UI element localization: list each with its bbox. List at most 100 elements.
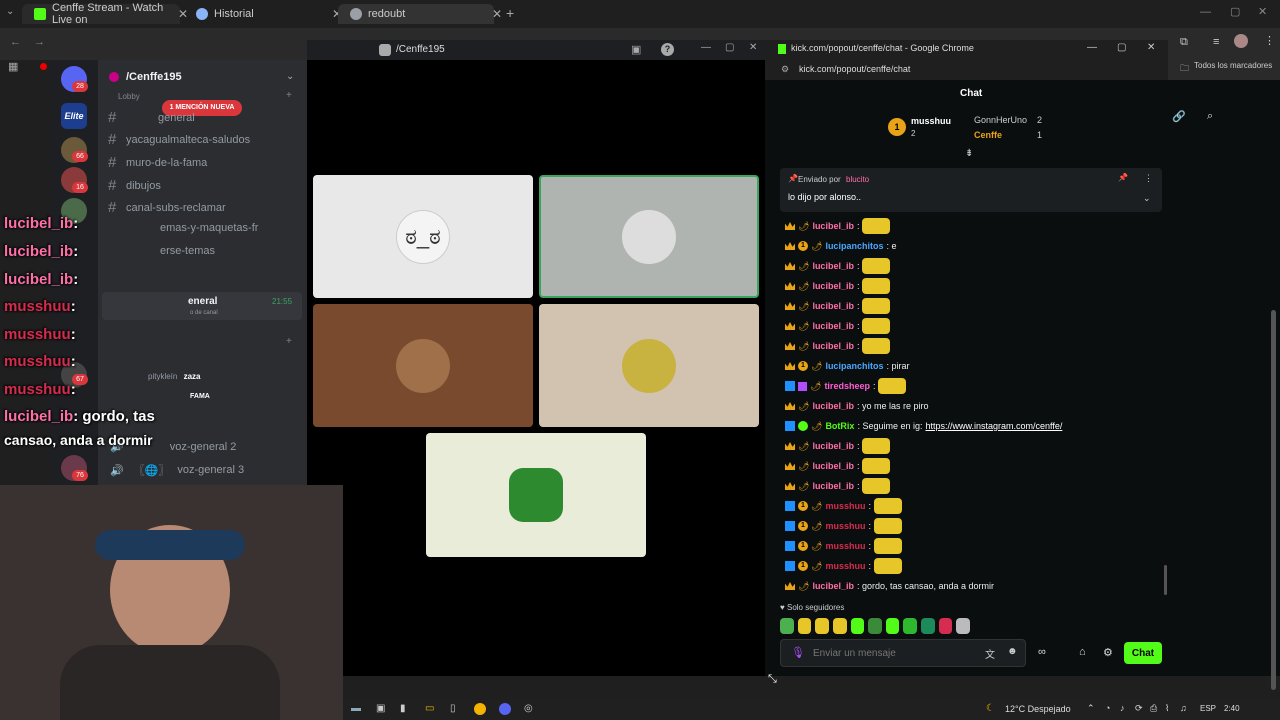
emote-icon[interactable]	[903, 618, 918, 634]
chat-username[interactable]: lucibel_ib	[812, 301, 854, 311]
apps-icon[interactable]: ▦	[8, 60, 18, 73]
emote-icon[interactable]	[956, 618, 971, 634]
taskbar-app-icon[interactable]: ▮	[400, 703, 406, 714]
sync-icon[interactable]: ⟳	[1135, 703, 1143, 714]
maximize-button[interactable]: ▢	[1230, 5, 1240, 18]
emote-icon[interactable]	[921, 618, 935, 634]
help-icon[interactable]: ?	[661, 43, 674, 56]
taskbar-app-icon[interactable]: ▯	[450, 703, 456, 714]
emoji-icon[interactable]: ☻	[1007, 646, 1018, 657]
chat-scrollbar[interactable]	[1164, 565, 1167, 595]
maximize-button[interactable]: ▢	[725, 42, 734, 53]
add-channel-icon[interactable]: +	[286, 90, 292, 101]
server-name[interactable]: /Cenffe195	[126, 71, 182, 83]
site-settings-icon[interactable]: ⚙	[781, 64, 789, 75]
chat-message[interactable]: 1 🌶 musshuu:	[785, 558, 902, 574]
volume-icon[interactable]: ♫	[1180, 703, 1187, 713]
chat-url[interactable]: kick.com/popout/cenffe/chat	[799, 64, 910, 74]
chat-message[interactable]: 🌶 BotRix: Seguime en ig: https://www.insta…	[785, 418, 1062, 434]
participant-tile[interactable]	[426, 433, 646, 557]
chat-message[interactable]: 1 🌶 musshuu:	[785, 498, 902, 514]
chat-username[interactable]: lucibel_ib	[812, 401, 854, 411]
pinned-by-user[interactable]: blucito	[846, 175, 869, 184]
chat-input-box[interactable]: 🎙 文 ☻	[780, 639, 1026, 667]
discord-icon[interactable]	[499, 703, 511, 715]
chat-message[interactable]: 🌶 tiredsheep:	[785, 378, 907, 394]
new-tab-button[interactable]: +	[506, 5, 514, 21]
close-button[interactable]: ✕	[749, 42, 757, 53]
chat-username[interactable]: lucibel_ib	[812, 261, 854, 271]
channel-maquetas[interactable]: emas-y-maquetas-fr	[160, 222, 258, 234]
participant-tile[interactable]: ಠ_ಠ	[313, 175, 533, 298]
page-scrollbar[interactable]	[1271, 310, 1276, 690]
weather-text[interactable]: 12°C Despejado	[1005, 704, 1071, 714]
extensions-icon[interactable]: ⧉	[1180, 36, 1188, 49]
chat-link[interactable]: https://www.instagram.com/cenffe/	[925, 421, 1062, 431]
voice-channel-active[interactable]: eneral 21:55 o de canal	[102, 292, 302, 320]
chat-message[interactable]: 1 🌶 musshuu:	[785, 538, 902, 554]
chat-username[interactable]: lucibel_ib	[812, 281, 854, 291]
obs-icon[interactable]: ◎	[524, 703, 533, 714]
forward-icon[interactable]: →	[34, 36, 45, 48]
chevron-up-icon[interactable]: ⌃	[1087, 703, 1095, 714]
printer-icon[interactable]: ⎙	[1150, 703, 1157, 714]
chat-username[interactable]: BotRix	[825, 421, 854, 431]
chat-message[interactable]: 1 🌶 lucipanchitos: pirar	[785, 358, 909, 374]
wifi-icon[interactable]: ⌇	[1165, 703, 1169, 714]
all-bookmarks[interactable]: Todos los marcadores	[1194, 61, 1272, 70]
scroll-to-bottom-icon[interactable]: ⇟	[965, 148, 973, 159]
chat-username[interactable]: lucipanchitos	[825, 361, 883, 371]
chat-username[interactable]: lucibel_ib	[812, 341, 854, 351]
more-options-icon[interactable]: ⋮	[1144, 173, 1153, 184]
maximize-button[interactable]: ▢	[1117, 42, 1126, 53]
chat-message[interactable]: 1 🌶 musshuu:	[785, 518, 902, 534]
chat-message[interactable]: 🌶 lucibel_ib:	[785, 218, 891, 234]
chat-username[interactable]: musshuu	[825, 501, 865, 511]
chat-message[interactable]: 🌶 lucibel_ib:	[785, 338, 891, 354]
chat-message[interactable]: 🌶 lucibel_ib: yo me las re piro	[785, 398, 928, 414]
chat-message[interactable]: 🌶 lucibel_ib:	[785, 258, 891, 274]
chat-username[interactable]: lucibel_ib	[812, 481, 854, 491]
browser-tab-historial[interactable]: Historial ✕	[184, 4, 342, 24]
unpin-icon[interactable]: 📌	[1118, 173, 1128, 182]
settings-icon[interactable]: ⚙	[1103, 646, 1113, 659]
participant-tile[interactable]	[313, 304, 533, 427]
voice-user[interactable]: FAMA	[190, 393, 210, 400]
chat-message[interactable]: 🌶 lucibel_ib:	[785, 478, 891, 494]
chat-message-input[interactable]	[813, 644, 973, 662]
taskbar-app-icon[interactable]: ▬	[351, 703, 361, 714]
channel-dibujos[interactable]: # dibujos	[108, 177, 161, 194]
browser-tab-redoubt[interactable]: redoubt ✕	[338, 4, 502, 24]
leader-name[interactable]: GonnHerUno	[974, 115, 1027, 125]
chat-username[interactable]: musshuu	[825, 561, 865, 571]
chevron-down-icon[interactable]: ⌄	[286, 71, 294, 82]
channel-saludos[interactable]: # yacagualmalteca-saludos	[108, 131, 250, 148]
emote-icon[interactable]	[885, 618, 900, 634]
chat-message[interactable]: 🌶 lucibel_ib:	[785, 318, 891, 334]
close-window-button[interactable]: ✕	[1258, 5, 1267, 18]
store-icon[interactable]: ⌂	[1079, 646, 1086, 658]
chat-username[interactable]: lucibel_ib	[812, 221, 854, 231]
close-icon[interactable]: ✕	[492, 7, 502, 21]
back-icon[interactable]: ←	[10, 36, 21, 48]
microphone-icon[interactable]: 🎙	[791, 646, 805, 659]
minimize-button[interactable]: —	[701, 42, 711, 53]
chat-message[interactable]: 🌶 lucibel_ib: gordo, tas cansao, anda a d…	[785, 578, 994, 594]
participant-tile[interactable]	[539, 304, 759, 427]
chat-username[interactable]: lucibel_ib	[812, 441, 854, 451]
channel-subs[interactable]: # canal-subs-reclamar	[108, 199, 226, 216]
menu-icon[interactable]: ⋮	[1264, 34, 1275, 47]
file-explorer-icon[interactable]: ▭	[425, 703, 434, 714]
link-icon[interactable]: 🔗	[1172, 110, 1186, 123]
emote-icon[interactable]	[868, 618, 882, 634]
voice-user[interactable]: pitykleín zaza	[148, 372, 201, 381]
minimize-button[interactable]: —	[1087, 42, 1097, 53]
pinned-message[interactable]: 📌 Enviado por blucito lo dijo por alonso…	[780, 168, 1162, 212]
participant-tile-speaking[interactable]	[539, 175, 759, 298]
resize-icon[interactable]: ⤡	[768, 673, 777, 686]
clock[interactable]: 2:40	[1224, 704, 1240, 713]
emote-icon[interactable]	[780, 618, 794, 634]
channel-points-icon[interactable]: ∞	[1038, 646, 1046, 658]
chat-username[interactable]: lucipanchitos	[825, 241, 883, 251]
emote-icon[interactable]	[832, 618, 847, 634]
